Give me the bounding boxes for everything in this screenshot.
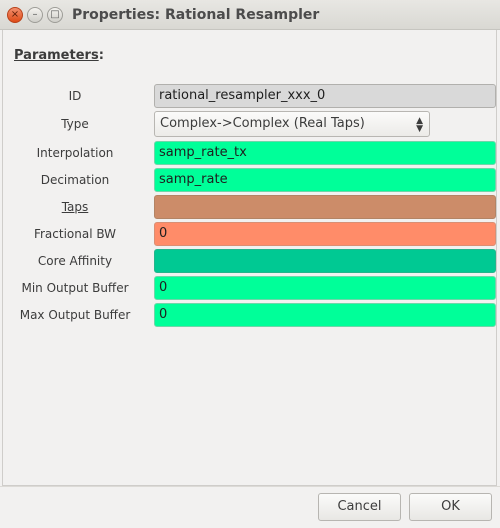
title-bar: × – □ Properties: Rational Resampler xyxy=(0,0,500,30)
cancel-button[interactable]: Cancel xyxy=(318,493,401,521)
interpolation-field[interactable]: samp_rate_tx xyxy=(154,141,496,165)
section-title-colon: : xyxy=(98,48,104,63)
taps-field[interactable] xyxy=(154,195,496,219)
param-label-min-output-buffer: Min Output Buffer xyxy=(21,281,129,295)
select-arrows-icon: ▲ ▼ xyxy=(416,116,423,134)
close-icon: × xyxy=(10,9,20,20)
window-title: Properties: Rational Resampler xyxy=(72,7,320,23)
param-row-core-affinity: Core Affinity xyxy=(0,249,500,273)
param-label-decimation: Decimation xyxy=(40,173,110,187)
param-row-decimation: Decimation samp_rate xyxy=(0,168,500,192)
close-window-button[interactable]: × xyxy=(7,7,23,23)
id-field[interactable]: rational_resampler_xxx_0 xyxy=(154,84,496,108)
param-row-type: Type Complex->Complex (Real Taps) ▲ ▼ xyxy=(0,111,500,137)
minimize-window-button[interactable]: – xyxy=(27,7,43,23)
param-row-fractional-bw: Fractional BW 0 xyxy=(0,222,500,246)
ok-button[interactable]: OK xyxy=(409,493,492,521)
param-label-taps: Taps xyxy=(61,200,89,214)
param-row-id: ID rational_resampler_xxx_0 xyxy=(0,84,500,108)
param-row-taps: Taps xyxy=(0,195,500,219)
param-label-interpolation: Interpolation xyxy=(36,146,114,160)
param-label-max-output-buffer: Max Output Buffer xyxy=(19,308,131,322)
decimation-field[interactable]: samp_rate xyxy=(154,168,496,192)
param-label-core-affinity: Core Affinity xyxy=(37,254,113,268)
type-select[interactable]: Complex->Complex (Real Taps) ▲ ▼ xyxy=(154,111,430,137)
maximize-window-button[interactable]: □ xyxy=(47,7,63,23)
maximize-icon: □ xyxy=(50,9,60,20)
param-row-interpolation: Interpolation samp_rate_tx xyxy=(0,141,500,165)
param-row-max-output-buffer: Max Output Buffer 0 xyxy=(0,303,500,327)
core-affinity-field[interactable] xyxy=(154,249,496,273)
param-label-type: Type xyxy=(61,117,89,131)
section-title-text: Parameters xyxy=(14,48,99,63)
section-title: Parameters: xyxy=(14,48,104,63)
param-label-fractional-bw: Fractional BW xyxy=(33,227,117,241)
param-label-id: ID xyxy=(68,89,82,103)
minimize-icon: – xyxy=(32,9,38,20)
type-select-value: Complex->Complex (Real Taps) xyxy=(160,116,365,131)
min-output-buffer-field[interactable]: 0 xyxy=(154,276,496,300)
footer-divider xyxy=(0,486,500,487)
max-output-buffer-field[interactable]: 0 xyxy=(154,303,496,327)
fractional-bw-field[interactable]: 0 xyxy=(154,222,496,246)
param-row-min-output-buffer: Min Output Buffer 0 xyxy=(0,276,500,300)
